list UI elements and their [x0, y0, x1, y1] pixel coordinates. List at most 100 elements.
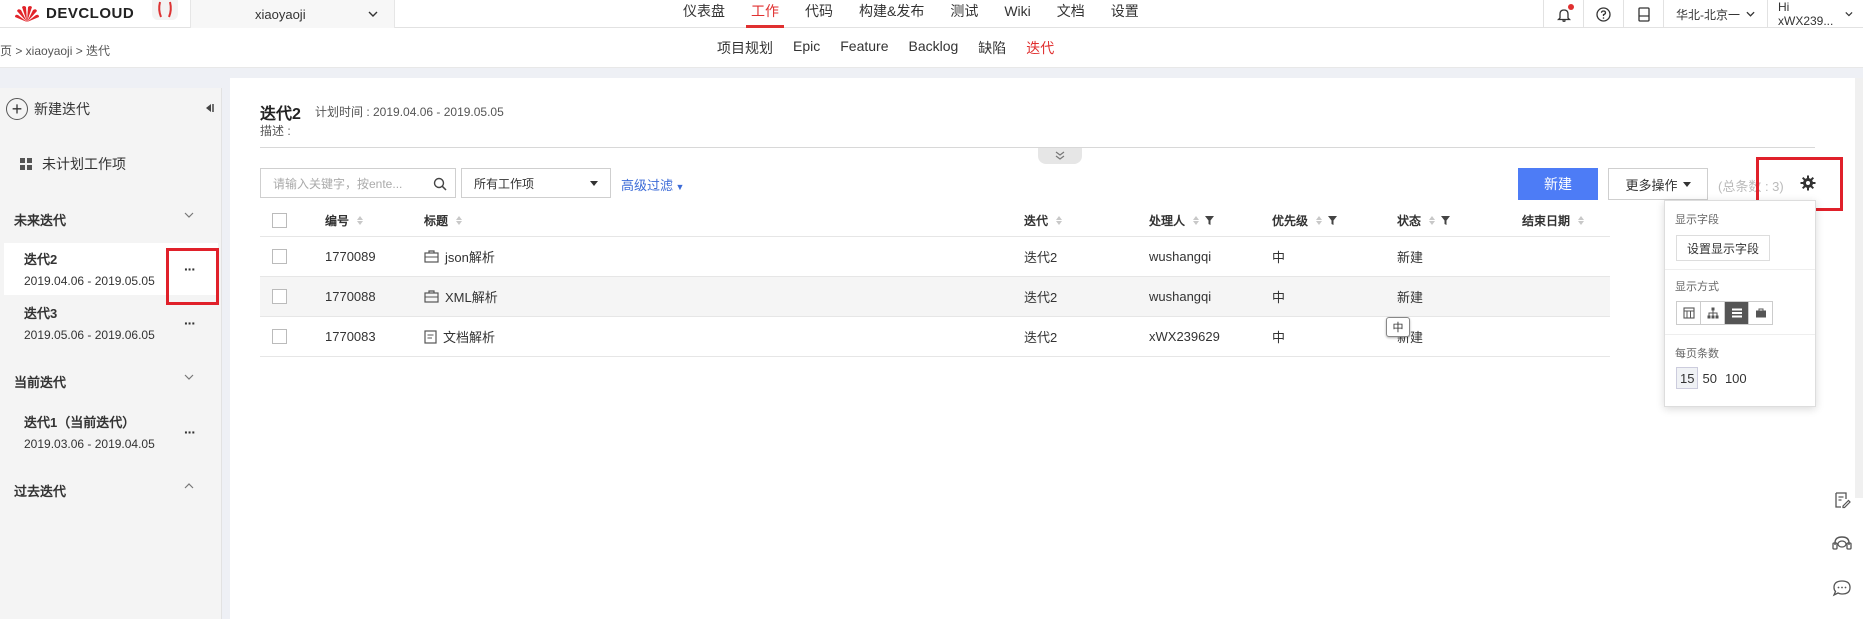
col-header-title[interactable]: 标题	[424, 205, 463, 236]
set-display-fields-button[interactable]: 设置显示字段	[1676, 235, 1770, 261]
row-id: 1770083	[325, 329, 376, 344]
row-priority: 中	[1272, 330, 1286, 345]
sort-icon[interactable]	[1429, 216, 1436, 225]
table-row[interactable]: 1770089 json解析 迭代2 wushangqi 中 新建	[260, 237, 1610, 277]
notification-button[interactable]	[1543, 0, 1583, 28]
row-title-text[interactable]: json解析	[445, 247, 495, 266]
filter-icon[interactable]	[1328, 216, 1338, 225]
mode-table-button[interactable]	[1676, 301, 1701, 325]
col-header-priority[interactable]: 优先级	[1272, 205, 1338, 236]
group-current-iterations[interactable]: 当前迭代	[14, 372, 66, 391]
chat-button[interactable]	[1820, 566, 1863, 610]
search-input[interactable]: 请输入关键字，按ente...	[260, 168, 456, 198]
display-mode-group	[1676, 301, 1773, 325]
col-header-owner[interactable]: 处理人	[1149, 205, 1215, 236]
row-checkbox[interactable]	[272, 289, 287, 304]
row-priority: 中	[1272, 290, 1286, 305]
nav-settings[interactable]: 设置	[1098, 0, 1152, 28]
col-header-status[interactable]: 状态	[1397, 205, 1451, 236]
nav-wiki[interactable]: Wiki	[991, 0, 1043, 28]
chevron-down-icon[interactable]	[184, 372, 194, 382]
col-header-end-date[interactable]: 结束日期	[1522, 205, 1585, 236]
feedback-button[interactable]	[1820, 478, 1863, 522]
row-checkbox[interactable]	[272, 329, 287, 344]
scrollbar[interactable]	[1855, 78, 1863, 498]
tab-defect[interactable]: 缺陷	[968, 38, 1016, 58]
row-title-text[interactable]: XML解析	[445, 287, 498, 306]
row-checkbox[interactable]	[272, 249, 287, 264]
sort-icon[interactable]	[357, 216, 364, 225]
row-title[interactable]: XML解析	[424, 277, 498, 316]
iteration-item-1[interactable]: 迭代1（当前迭代） 2019.03.06 - 2019.04.05 ···	[4, 406, 218, 458]
row-id: 1770089	[325, 249, 376, 264]
advanced-filter-link[interactable]: 高级过滤 ▼	[621, 175, 684, 194]
row-id: 1770088	[325, 289, 376, 304]
group-future-iterations[interactable]: 未来迭代	[14, 210, 66, 229]
tab-backlog[interactable]: Backlog	[898, 38, 968, 58]
tab-iteration[interactable]: 迭代	[1016, 38, 1064, 58]
tab-epic[interactable]: Epic	[783, 38, 830, 58]
user-menu[interactable]: Hi xWX239...	[1767, 0, 1863, 28]
more-actions-button[interactable]: 更多操作	[1608, 168, 1708, 200]
sort-icon[interactable]	[456, 216, 463, 225]
collapse-header-toggle[interactable]	[1038, 148, 1082, 164]
sort-icon[interactable]	[1316, 216, 1323, 225]
col-header-iteration[interactable]: 迭代	[1024, 205, 1063, 236]
type-select-value: 所有工作项	[474, 176, 535, 191]
help-button[interactable]	[1583, 0, 1623, 28]
row-title[interactable]: json解析	[424, 237, 495, 276]
work-item-type-select[interactable]: 所有工作项	[461, 168, 611, 198]
device-icon	[1637, 6, 1650, 22]
search-icon[interactable]	[433, 177, 447, 191]
caret-down-icon	[590, 181, 598, 186]
nav-docs[interactable]: 文档	[1044, 0, 1098, 28]
page-size-option[interactable]: 100	[1721, 367, 1751, 389]
more-options-icon[interactable]: ···	[184, 315, 196, 331]
region-select[interactable]: 华北-北京一	[1663, 0, 1767, 28]
device-button[interactable]	[1623, 0, 1663, 28]
row-priority: 中	[1272, 250, 1286, 265]
page-size-option[interactable]: 15	[1676, 367, 1699, 389]
more-options-icon[interactable]: ···	[184, 424, 196, 440]
nav-dashboard[interactable]: 仪表盘	[670, 0, 738, 28]
table-row[interactable]: 1770088 XML解析 迭代2 wushangqi 中 新建	[260, 277, 1610, 317]
mode-card-button[interactable]	[1748, 301, 1773, 325]
filter-icon[interactable]	[1441, 216, 1451, 225]
chevron-up-icon[interactable]	[184, 481, 194, 491]
row-title-text[interactable]: 文档解析	[443, 327, 495, 346]
support-button[interactable]	[1820, 522, 1863, 566]
tab-feature[interactable]: Feature	[830, 38, 898, 58]
nav-build-release[interactable]: 构建&发布	[846, 0, 937, 28]
filter-icon[interactable]	[1205, 216, 1215, 225]
caret-down-icon	[1682, 181, 1691, 187]
page-size-option[interactable]: 50	[1698, 367, 1720, 389]
tab-project-planning[interactable]: 项目规划	[707, 38, 783, 58]
col-header-label: 标题	[424, 214, 449, 228]
page-size-options: 15 50 100	[1676, 367, 1751, 389]
mode-tree-button[interactable]	[1700, 301, 1725, 325]
select-all-checkbox[interactable]	[272, 213, 287, 228]
sort-icon[interactable]	[1056, 216, 1063, 225]
chevron-down-icon[interactable]	[184, 210, 194, 220]
row-title[interactable]: 文档解析	[424, 317, 495, 356]
collapse-sidebar-icon[interactable]	[202, 102, 214, 114]
col-header-id[interactable]: 编号	[325, 205, 364, 236]
project-select[interactable]: xiaoyaoji	[190, 0, 395, 28]
nav-code[interactable]: 代码	[792, 0, 846, 28]
project-avatar-icon[interactable]	[152, 0, 178, 20]
task-icon	[424, 250, 439, 263]
floating-tools	[1820, 478, 1863, 610]
nav-work[interactable]: 工作	[738, 0, 792, 28]
tree-icon	[1707, 307, 1718, 319]
sort-icon[interactable]	[1578, 216, 1585, 225]
notification-dot	[1568, 4, 1574, 10]
nav-test[interactable]: 测试	[937, 0, 991, 28]
main-nav: 仪表盘 工作 代码 构建&发布 测试 Wiki 文档 设置	[670, 0, 1152, 28]
sort-icon[interactable]	[1193, 216, 1200, 225]
group-past-iterations[interactable]: 过去迭代	[14, 481, 66, 500]
devcloud-logo[interactable]: DEVCLOUD	[14, 3, 134, 23]
new-work-item-button[interactable]: 新建	[1518, 168, 1598, 200]
new-iteration-button[interactable]: + 新建迭代	[6, 98, 90, 120]
mode-list-button[interactable]	[1724, 301, 1749, 325]
unplanned-work-items[interactable]: 未计划工作项	[20, 154, 126, 174]
